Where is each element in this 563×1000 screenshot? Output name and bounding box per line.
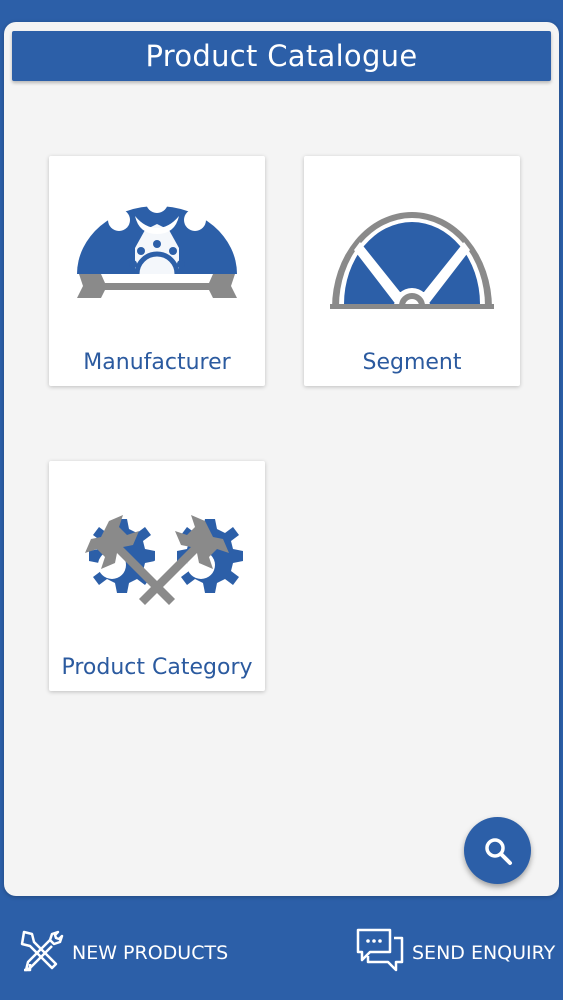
tile-label: Manufacturer	[83, 350, 231, 375]
chat-bubbles-icon	[356, 926, 404, 981]
tile-label: Segment	[362, 350, 462, 375]
tile-manufacturer[interactable]: Manufacturer	[49, 156, 265, 386]
tile-segment[interactable]: Segment	[304, 156, 520, 386]
send-enquiry-button[interactable]: SEND ENQUIRY	[356, 926, 555, 980]
search-icon	[484, 837, 512, 865]
gear-wrench-icon	[77, 191, 237, 298]
send-enquiry-label: SEND ENQUIRY	[412, 942, 556, 964]
search-button[interactable]	[464, 817, 531, 884]
steering-wheel-icon	[330, 212, 494, 309]
tools-icon	[18, 926, 64, 981]
crossed-wrenches-gears-icon	[85, 515, 243, 605]
page-title: Product Catalogue	[12, 31, 551, 81]
new-products-button[interactable]: NEW PRODUCTS	[18, 926, 228, 980]
content-panel	[4, 22, 559, 896]
tile-product-category[interactable]: Product Category	[49, 461, 265, 691]
page-title-text: Product Catalogue	[145, 39, 418, 73]
new-products-label: NEW PRODUCTS	[72, 942, 229, 964]
tile-label: Product Category	[61, 655, 253, 680]
bottom-nav: NEW PRODUCTS SEND ENQUIRY	[0, 896, 563, 1000]
